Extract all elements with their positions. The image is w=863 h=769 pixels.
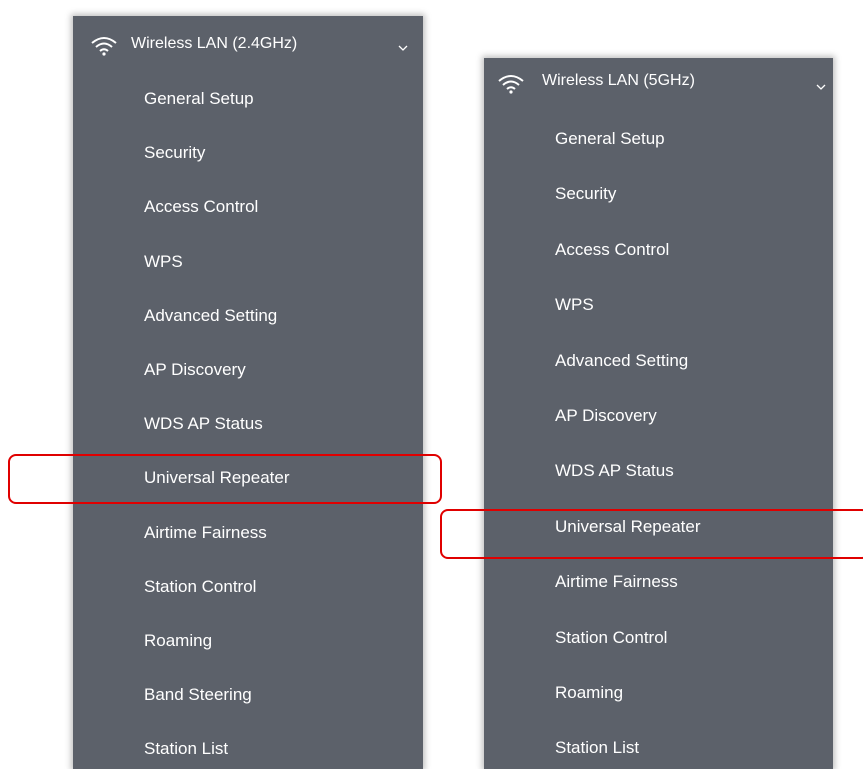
menu-item[interactable]: WDS AP Status: [484, 453, 833, 489]
menu-item[interactable]: Advanced Setting: [73, 298, 423, 334]
menu-item-label: Airtime Fairness: [144, 522, 267, 542]
menu-item-label: General Setup: [555, 129, 665, 148]
menu-item-label: Station List: [555, 738, 640, 758]
menu-item-label: Station Control: [555, 627, 668, 647]
menu-item[interactable]: General Setup: [73, 81, 423, 117]
wifi-icon: [498, 75, 524, 94]
menu-item[interactable]: WPS: [73, 244, 423, 280]
header-label: Wireless LAN (2.4GHz): [131, 35, 298, 52]
menu-item[interactable]: Airtime Fairness: [484, 564, 833, 600]
menu-item[interactable]: General Setup: [484, 121, 833, 157]
menu-item-label: Station Control: [144, 576, 257, 596]
menu-item[interactable]: AP Discovery: [484, 398, 833, 434]
header-label: Wireless LAN (5GHz): [542, 72, 695, 89]
menu-item-label: Roaming: [144, 631, 213, 650]
menu-item-label: Access Control: [144, 197, 259, 217]
menu-item[interactable]: Band Steering: [73, 677, 423, 713]
menu-item[interactable]: Station Control: [73, 569, 423, 605]
wireless-lan-24ghz-header[interactable]: Wireless LAN (2.4GHz): [73, 16, 423, 76]
menu-item-label: Roaming: [555, 683, 624, 702]
menu-item[interactable]: WDS AP Status: [73, 406, 423, 442]
menu-item[interactable]: Universal Repeater: [484, 509, 833, 545]
menu-item-label: WDS AP Status: [555, 461, 674, 481]
menu-item-label: Advanced Setting: [144, 305, 278, 325]
wireless-lan-5ghz-header[interactable]: Wireless LAN (5GHz): [484, 58, 833, 118]
menu-item[interactable]: Access Control: [73, 189, 423, 225]
menu-item[interactable]: Access Control: [484, 232, 833, 268]
menu-item-label: AP Discovery: [144, 360, 246, 379]
menu-item-label: Security: [555, 184, 617, 204]
menu-item-label: AP Discovery: [555, 406, 657, 425]
menu-item-label: General Setup: [144, 89, 254, 108]
menu-item[interactable]: Station List: [73, 731, 423, 767]
menu-item[interactable]: WPS: [484, 287, 833, 323]
menu-item[interactable]: Airtime Fairness: [73, 515, 423, 551]
menu-item[interactable]: AP Discovery: [73, 352, 423, 388]
menu-item-label: Station List: [144, 739, 229, 759]
menu-item-label: WPS: [144, 251, 183, 271]
wireless-lan-5ghz-menu: Wireless LAN (5GHz) General Setup Securit…: [484, 58, 833, 769]
menu-item-label: WPS: [555, 295, 594, 315]
menu-item[interactable]: Security: [484, 176, 833, 212]
menu-item[interactable]: Advanced Setting: [484, 343, 833, 379]
wifi-icon: [91, 37, 117, 56]
wireless-lan-24ghz-menu: Wireless LAN (2.4GHz) General Setup Secur…: [73, 16, 423, 769]
menu-item[interactable]: Station List: [484, 730, 833, 766]
menu-item-label: Airtime Fairness: [555, 572, 678, 592]
menu-item-label: Universal Repeater: [555, 516, 701, 536]
menu-item-label: WDS AP Status: [144, 414, 263, 434]
menu-item[interactable]: Roaming: [73, 623, 423, 659]
menu-item-label: Advanced Setting: [555, 350, 689, 370]
menu-item[interactable]: Universal Repeater: [73, 460, 423, 496]
menu-item-label: Band Steering: [144, 685, 252, 705]
menu-item-label: Security: [144, 143, 206, 163]
menu-item-label: Access Control: [555, 239, 670, 259]
menu-item[interactable]: Roaming: [484, 675, 833, 711]
chevron-down-icon: [398, 45, 408, 51]
menu-item[interactable]: Station Control: [484, 620, 833, 656]
chevron-down-icon: [816, 84, 826, 90]
menu-item-label: Universal Repeater: [144, 468, 290, 488]
menu-item[interactable]: Security: [73, 135, 423, 171]
